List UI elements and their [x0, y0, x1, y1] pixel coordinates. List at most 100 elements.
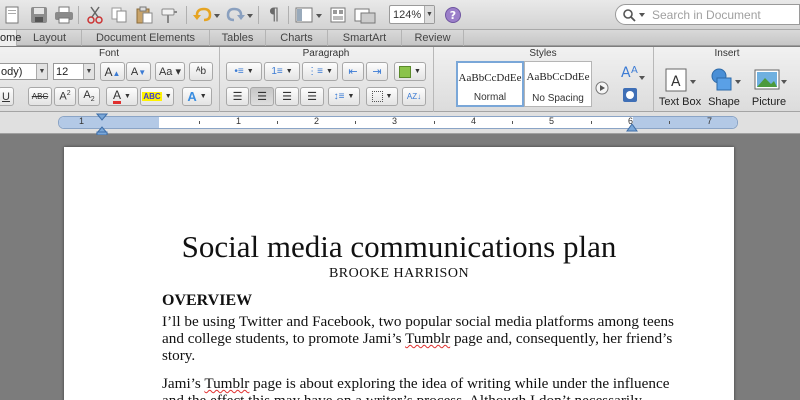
undo-icon[interactable] [191, 4, 221, 26]
font-color-button[interactable]: A ▼ [106, 87, 138, 106]
bullets-button[interactable]: •≡ ▼ [226, 62, 262, 81]
font-size-value: 12 [56, 65, 69, 78]
ruler-number: 1 [79, 116, 85, 126]
tab-smartart[interactable]: SmartArt [328, 30, 402, 46]
text-run: page is about exploring the idea of writ… [249, 375, 670, 392]
ruler-tick [355, 121, 356, 124]
multilevel-list-button[interactable]: ⋮≡ ▼ [302, 62, 338, 81]
svg-text:?: ? [450, 9, 456, 22]
align-right-icon: ☰ [282, 91, 292, 103]
gallery-icon[interactable] [327, 4, 349, 26]
tab-layout[interactable]: Layout [18, 30, 82, 46]
shape-button[interactable] [706, 65, 744, 95]
ruler-tick [199, 121, 200, 124]
group-title-paragraph: Paragraph [302, 48, 350, 59]
print-icon[interactable] [53, 4, 75, 26]
style-normal[interactable]: AaBbCcDdEe Normal [456, 61, 524, 107]
sort-button[interactable]: AZ↓ [402, 87, 426, 106]
text-effects-icon: A [187, 89, 197, 104]
svg-text:A: A [631, 65, 638, 76]
chevron-down-icon[interactable]: ▼ [36, 64, 47, 79]
clear-formatting-icon: ᴬb [195, 66, 207, 77]
chevron-right-icon [595, 81, 609, 95]
underline-icon: U [2, 90, 10, 103]
text-effects-button[interactable]: A ▼ [182, 87, 212, 106]
manage-styles-button[interactable] [620, 85, 640, 105]
change-case-button[interactable]: Aa ▾ [155, 62, 185, 81]
tab-home[interactable]: ome [0, 30, 21, 46]
new-document-icon[interactable] [2, 4, 22, 26]
toolbar-divider [288, 6, 289, 24]
font-name-value: ody) [1, 65, 23, 78]
format-painter-icon[interactable] [158, 4, 182, 26]
tab-review[interactable]: Review [402, 30, 464, 46]
svg-text:A: A [621, 65, 631, 81]
chevron-down-icon[interactable]: ▼ [424, 6, 434, 23]
group-title-insert: Insert [714, 48, 740, 59]
borders-button[interactable]: ▼ [366, 87, 398, 106]
superscript-button[interactable]: A2 [54, 87, 76, 106]
line-spacing-button[interactable]: ↕≡ ▼ [328, 87, 360, 106]
font-size-select[interactable]: 12 ▼ [53, 63, 95, 80]
shrink-font-icon: A▼ [130, 65, 147, 78]
tab-charts[interactable]: Charts [266, 30, 328, 46]
sidebar-icon[interactable] [293, 4, 323, 26]
save-icon[interactable] [28, 4, 50, 26]
copy-icon[interactable] [108, 4, 130, 26]
tab-tables[interactable]: Tables [210, 30, 266, 46]
paragraph-overview: I’ll be using Twitter and Facebook, two … [162, 313, 674, 364]
styles-next-button[interactable] [594, 80, 610, 96]
align-left-button[interactable]: ☰ [226, 87, 249, 106]
indent-marker-icon[interactable] [96, 113, 108, 135]
left-margin-area [59, 117, 159, 128]
sort-icon: AZ↓ [406, 92, 422, 101]
align-right-button[interactable]: ☰ [275, 87, 299, 106]
svg-text:A: A [671, 74, 681, 90]
text-box-button[interactable]: A [660, 65, 700, 95]
toolbar-divider [186, 6, 187, 24]
clear-formatting-button[interactable]: ᴬb [189, 62, 213, 81]
highlight-button[interactable]: ABC ▼ [140, 87, 174, 106]
picture-button[interactable] [750, 65, 790, 95]
document-page[interactable]: Social media communications plan BROOKE … [64, 147, 734, 400]
grow-font-button[interactable]: A▲ [100, 62, 125, 81]
underline-button[interactable]: U [0, 87, 14, 106]
ruler-number: 4 [471, 116, 477, 126]
styles-pane-button[interactable]: AA [618, 61, 646, 83]
bulleted-list-icon: •≡ [234, 66, 244, 77]
columns-button[interactable]: ▼ [394, 62, 426, 81]
document-author: BROOKE HARRISON [328, 266, 470, 281]
search-icon [623, 8, 645, 22]
chevron-down-icon[interactable]: ▼ [83, 64, 94, 79]
text-line: Jami’s Tumblr page is about exploring th… [162, 375, 669, 392]
font-name-select[interactable]: ody) ▼ [0, 63, 48, 80]
help-icon[interactable]: ? [443, 4, 463, 26]
justify-button[interactable]: ☰ [300, 87, 324, 106]
style-sample: AaBbCcDdEe [458, 72, 522, 84]
redo-icon[interactable] [224, 4, 254, 26]
columns-icon [399, 65, 412, 78]
style-no-spacing[interactable]: AaBbCcDdEe No Spacing [524, 61, 592, 107]
media-browser-icon[interactable] [352, 4, 378, 26]
shrink-font-button[interactable]: A▼ [126, 62, 151, 81]
right-indent-marker-icon[interactable] [626, 120, 638, 132]
standard-toolbar: ¶ 124% ▼ ? Search in Document [0, 0, 800, 30]
zoom-select[interactable]: 124% ▼ [389, 5, 435, 24]
text-run: Jami’s [162, 375, 205, 392]
show-formatting-icon[interactable]: ¶ [264, 4, 284, 26]
tab-document-elements[interactable]: Document Elements [82, 30, 210, 46]
picture-icon [754, 69, 787, 90]
decrease-indent-button[interactable]: ⇤ [342, 62, 364, 81]
cut-icon[interactable] [84, 4, 106, 26]
subscript-button[interactable]: A2 [78, 87, 100, 106]
highlight-icon: ABC [142, 92, 162, 101]
text-line: and the effect this may have on a writer… [162, 392, 642, 400]
search-input[interactable]: Search in Document [615, 4, 800, 25]
strikethrough-button[interactable]: ABC [28, 87, 52, 106]
increase-indent-button[interactable]: ⇥ [366, 62, 388, 81]
ribbon: Font ody) ▼ 12 ▼ A▲ A▼ Aa ▾ ᴬb U ABC A2 … [0, 47, 800, 112]
paste-icon[interactable] [133, 4, 155, 26]
numbering-button[interactable]: 1≡ ▼ [264, 62, 300, 81]
align-center-button[interactable]: ☰ [250, 87, 274, 106]
misspelled-word: Tumblr [204, 375, 250, 392]
